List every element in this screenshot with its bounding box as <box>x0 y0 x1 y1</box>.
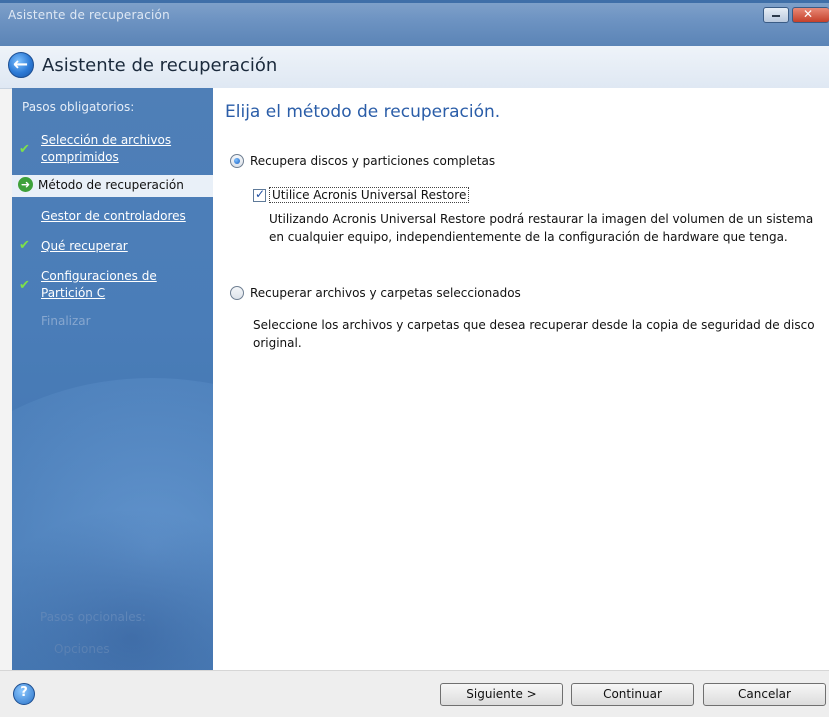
optional-step-options[interactable]: Opciones <box>54 642 110 656</box>
universal-restore-description: Utilizando Acronis Universal Restore pod… <box>269 212 814 244</box>
steps-sidebar: Pasos obligatorios: ✔ Selección de archi… <box>12 88 213 670</box>
step-finish-label: Finalizar <box>41 314 91 328</box>
universal-restore-label[interactable]: Utilice Acronis Universal Restore <box>269 187 470 203</box>
recover-files-label[interactable]: Recuperar archivos y carpetas selecciona… <box>250 286 521 300</box>
close-button[interactable] <box>792 7 829 23</box>
checkmark-icon: ✔ <box>19 238 30 253</box>
current-step-arrow-icon: ➜ <box>18 177 33 192</box>
back-arrow-icon[interactable] <box>8 52 34 78</box>
help-glyph: ? <box>20 685 28 700</box>
title-bar: Asistente de recuperación <box>0 0 829 46</box>
recover-disks-radio[interactable] <box>230 154 244 168</box>
wizard-footer: ? Siguiente > Continuar Cancelar <box>0 670 829 717</box>
step-recovery-method: ➜ Método de recuperación <box>12 175 213 197</box>
header-title: Asistente de recuperación <box>42 55 278 76</box>
step-driver-manager-link[interactable]: Gestor de controladores <box>41 208 186 225</box>
step-finish: Finalizar <box>12 314 213 334</box>
continue-button[interactable]: Continuar <box>571 683 694 706</box>
checkmark-icon: ✔ <box>19 142 30 157</box>
recover-disks-label[interactable]: Recupera discos y particiones completas <box>250 154 495 168</box>
recover-files-radio[interactable] <box>230 286 244 300</box>
step-archive-selection-link[interactable]: Selección de archivos comprimidos <box>41 132 191 166</box>
step-what-to-recover-link[interactable]: Qué recuperar <box>41 238 128 255</box>
page-title: Elija el método de recuperación. <box>225 102 501 122</box>
next-button[interactable]: Siguiente > <box>440 683 563 706</box>
minimize-button[interactable] <box>763 7 789 23</box>
recover-files-description: Seleccione los archivos y carpetas que d… <box>253 318 815 350</box>
required-steps-heading: Pasos obligatorios: <box>22 100 135 114</box>
main-content: Elija el método de recuperación. Recuper… <box>213 88 829 670</box>
step-partition-settings[interactable]: ✔ Configuraciones de Partición C <box>12 268 213 304</box>
recovery-wizard-window: Asistente de recuperación Asistente de r… <box>0 0 829 717</box>
window-title: Asistente de recuperación <box>8 8 170 22</box>
step-driver-manager[interactable]: Gestor de controladores <box>12 208 213 228</box>
checkmark-icon: ✔ <box>19 278 30 293</box>
step-partition-settings-link[interactable]: Configuraciones de Partición C <box>41 268 181 302</box>
step-recovery-method-label: Método de recuperación <box>38 178 184 192</box>
wizard-header: Asistente de recuperación <box>0 46 829 89</box>
step-what-to-recover[interactable]: ✔ Qué recuperar <box>12 238 213 258</box>
cancel-button[interactable]: Cancelar <box>703 683 826 706</box>
universal-restore-checkbox[interactable] <box>253 187 266 202</box>
help-icon[interactable]: ? <box>13 683 35 705</box>
optional-steps-heading: Pasos opcionales: <box>40 610 146 624</box>
step-archive-selection[interactable]: ✔ Selección de archivos comprimidos <box>12 132 213 168</box>
